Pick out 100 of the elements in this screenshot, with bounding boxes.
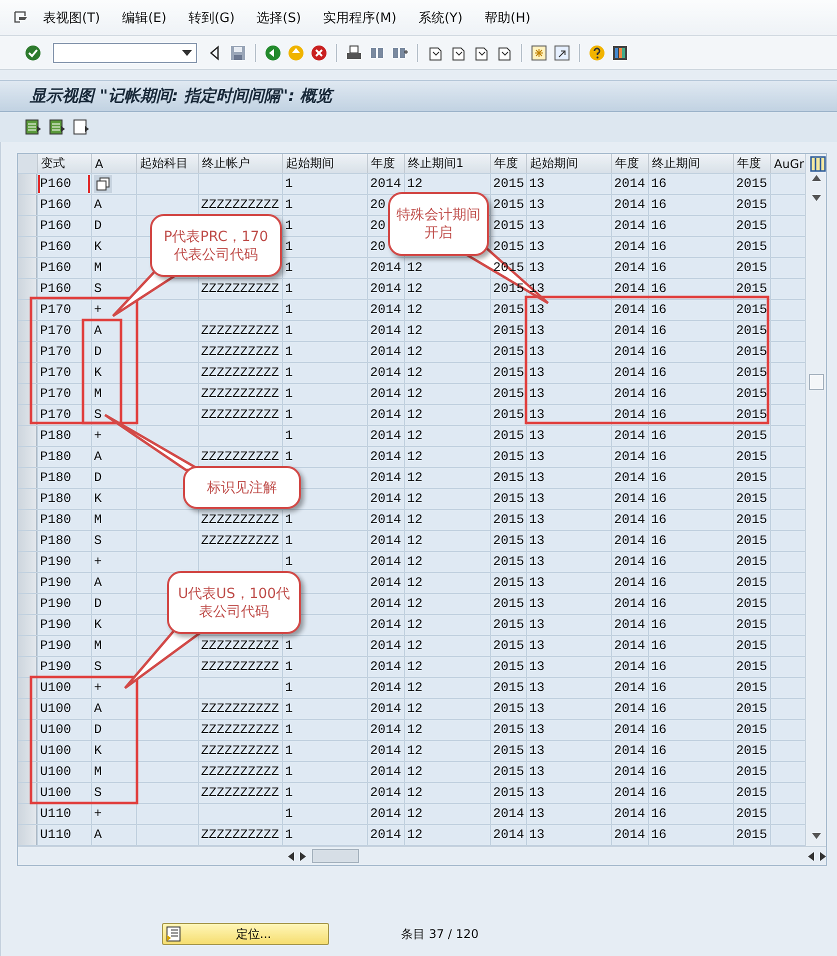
menu-item[interactable]: 表视图(T) [34, 8, 110, 26]
table-cell: D [94, 596, 102, 612]
table-cell: 12 [407, 491, 423, 507]
column-header[interactable]: 年度 [733, 154, 770, 173]
table-cell: 13 [529, 659, 545, 675]
menu-item[interactable]: 实用程序(M) [314, 8, 406, 26]
table-cell: 1 [285, 239, 293, 255]
table-cell: 2014 [493, 806, 524, 822]
table-cell: 12 [407, 722, 423, 738]
table-cell: 2014 [614, 344, 646, 360]
table-cell: ZZZZZZZZZZ [201, 533, 280, 549]
table-cell: S [94, 281, 102, 297]
table-cell: 12 [407, 638, 423, 654]
table-cell: 2015 [493, 638, 524, 654]
table-cell: ZZZZZZZZZZ [201, 281, 280, 297]
table-cell: 16 [651, 386, 667, 402]
table-cell: 2015 [493, 743, 524, 759]
column-header[interactable]: 年度 [367, 154, 404, 173]
table-cell: 2014 [614, 323, 646, 339]
table-cell: 2015 [736, 491, 768, 507]
column-header[interactable]: 终止期间1 [404, 154, 490, 173]
table-cell: 1 [285, 365, 293, 381]
table-cell: U100 [40, 743, 72, 759]
table-cell: 12 [407, 344, 423, 360]
table-cell: 1 [285, 407, 293, 423]
column-header[interactable]: 终止期间 [648, 154, 733, 173]
table-cell: 2015 [493, 407, 524, 423]
position-button[interactable]: 定位... [162, 923, 329, 945]
table-cell: 2015 [493, 596, 524, 612]
table-cell: 2015 [493, 449, 524, 465]
table-cell: 13 [529, 365, 545, 381]
menu-item[interactable]: 选择(S) [248, 8, 310, 26]
column-header[interactable]: 变式 [37, 154, 91, 173]
table-cell: 2015 [736, 680, 768, 696]
table-cell: 2015 [736, 449, 768, 465]
table-cell: ZZZZZZZZZZ [201, 386, 280, 402]
table-cell: 2015 [493, 197, 524, 213]
table-cell: ZZZZZZZZZZ [201, 365, 280, 381]
table-cell: 13 [529, 575, 545, 591]
table-cell: 2014 [614, 218, 646, 234]
table-cell: 2015 [493, 764, 524, 780]
table-cell: ZZZZZZZZZZ [201, 701, 280, 717]
table-cell: 1 [285, 323, 293, 339]
table-cell: 13 [529, 449, 545, 465]
table-cell: 16 [651, 617, 667, 633]
table-cell: 2014 [370, 407, 402, 423]
table-cell: ZZZZZZZZZZ [201, 449, 280, 465]
table-cell: 2014 [614, 197, 646, 213]
table-cell: 2015 [493, 617, 524, 633]
table-cell: 13 [529, 617, 545, 633]
table-cell: P170 [40, 386, 72, 402]
table-cell: U110 [40, 806, 72, 822]
table-cell: 2014 [370, 785, 402, 801]
column-header[interactable]: A [91, 154, 136, 173]
table-cell: 2015 [736, 722, 768, 738]
table-cell: 1 [285, 218, 293, 234]
table-cell: 16 [651, 365, 667, 381]
table-cell: D [94, 722, 102, 738]
column-header[interactable]: 年度 [490, 154, 526, 173]
table-cell: A [94, 197, 102, 213]
table-cell: 2015 [493, 554, 524, 570]
column-header[interactable]: 起始期间 [526, 154, 611, 173]
table-cell: 2014 [370, 491, 402, 507]
table-cell: P170 [40, 302, 72, 318]
table-cell: 2015 [493, 428, 524, 444]
table-cell: 2015 [736, 260, 768, 276]
table-cell: 2014 [614, 785, 646, 801]
menu-item[interactable]: 编辑(E) [113, 8, 176, 26]
table-cell: 2014 [370, 176, 402, 192]
table-cell: K [94, 239, 102, 255]
table-cell: M [94, 386, 102, 402]
column-header[interactable]: 年度 [611, 154, 648, 173]
table-cell: 2015 [736, 554, 768, 570]
table-cell: U100 [40, 764, 72, 780]
screen-title: 显示视图 "记帐期间: 指定时间间隔": 概览 [30, 86, 332, 106]
table-cell: 16 [651, 596, 667, 612]
column-header[interactable]: 终止帐户 [198, 154, 282, 173]
table-cell: 2014 [614, 617, 646, 633]
table-cell: ZZZZZZZZZZ [201, 638, 280, 654]
table-cell: 2015 [736, 239, 768, 255]
table-cell: 13 [529, 743, 545, 759]
table-cell: S [94, 533, 102, 549]
table-cell: 1 [285, 764, 293, 780]
column-header[interactable]: 起始期间 [282, 154, 367, 173]
menu-item[interactable]: 帮助(H) [476, 8, 540, 26]
table-cell: 12 [407, 533, 423, 549]
column-header[interactable]: 起始科目 [136, 154, 198, 173]
table-cell: 16 [651, 302, 667, 318]
table-cell: 12 [407, 449, 423, 465]
table-cell: 16 [651, 806, 667, 822]
table-cell: P190 [40, 575, 72, 591]
table-cell: 2014 [370, 806, 402, 822]
menu-item[interactable]: 系统(Y) [409, 8, 472, 26]
table-cell: P180 [40, 470, 72, 486]
table-cell: 2015 [493, 512, 524, 528]
table-cell: 12 [407, 806, 423, 822]
table-cell: 2014 [614, 722, 646, 738]
table-cell: 13 [529, 260, 545, 276]
menu-item[interactable]: 转到(G) [179, 8, 244, 26]
table-cell: 2015 [736, 806, 768, 822]
